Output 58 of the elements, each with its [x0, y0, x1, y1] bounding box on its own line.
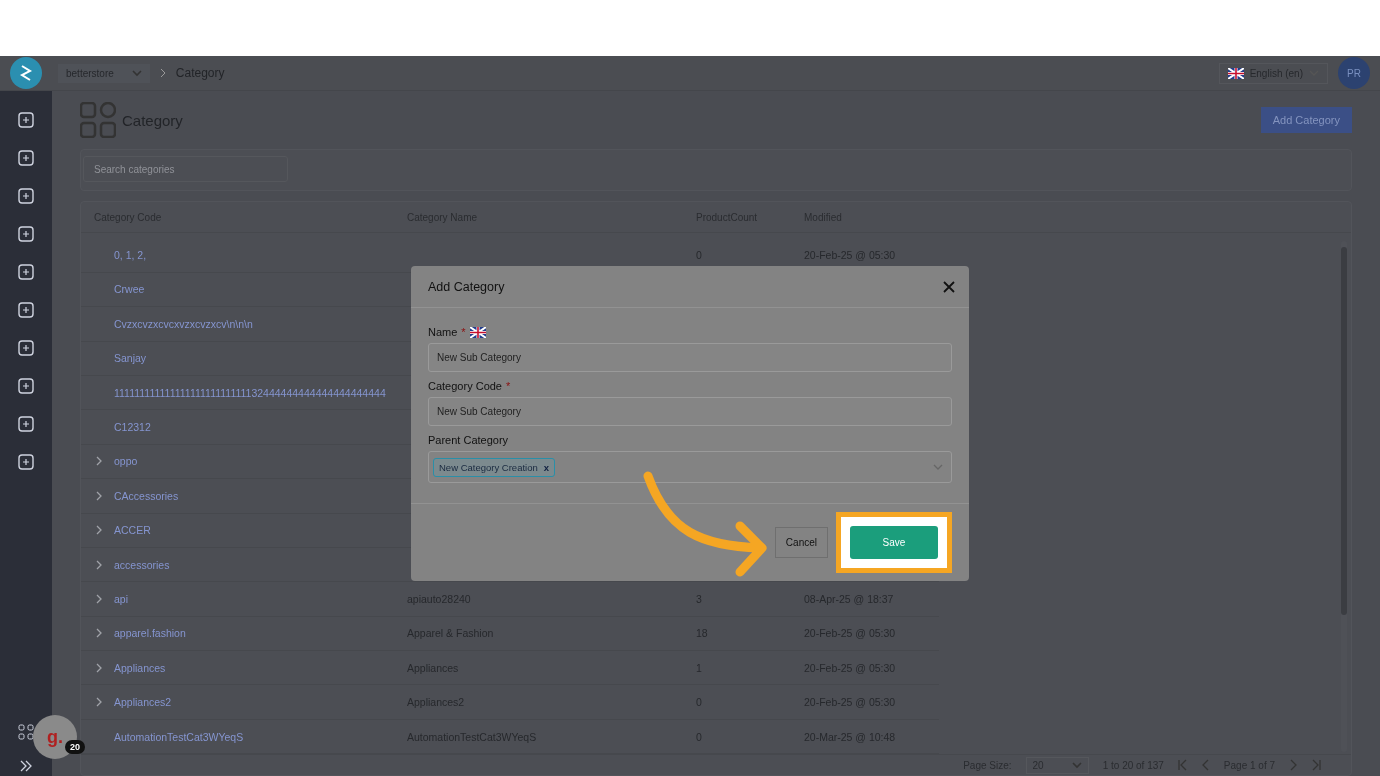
dialog-title: Add Category: [428, 279, 505, 294]
category-code-link[interactable]: C12312: [114, 421, 151, 434]
text-input-field[interactable]: New Sub Category: [428, 343, 952, 372]
field-label: Category Code: [428, 380, 502, 392]
selected-chip: New Category Creation x: [433, 457, 556, 477]
field-label: Parent Category: [428, 434, 509, 446]
sidebar-nav-icon[interactable]: [17, 339, 35, 357]
remove-chip-button[interactable]: x: [543, 461, 550, 473]
expand-row-icon[interactable]: [96, 525, 102, 536]
category-code-link[interactable]: 0, 1, 2,: [114, 249, 147, 262]
field-label: Name: [428, 326, 458, 338]
expand-row-icon[interactable]: [96, 697, 102, 708]
category-code-link[interactable]: ACCER: [114, 524, 151, 537]
expand-row-icon[interactable]: [96, 594, 102, 604]
sidebar-nav-icon[interactable]: [17, 415, 35, 433]
search-field[interactable]: Search categories: [83, 156, 288, 182]
category-code-link[interactable]: apparel.fashion: [114, 627, 186, 640]
sidebar-nav-icon[interactable]: [17, 453, 35, 471]
required-asterisk: *: [506, 380, 511, 392]
logo-icon[interactable]: [10, 57, 42, 89]
chevron-right-icon: [159, 68, 166, 78]
sidebar-nav-icon[interactable]: [17, 301, 35, 319]
user-avatar[interactable]: PR: [1338, 57, 1370, 89]
category-grid-icon: [80, 102, 116, 138]
category-code-link[interactable]: AutomationTestCat3WYeqS: [114, 730, 244, 743]
required-asterisk: *: [461, 326, 466, 338]
category-code-link[interactable]: oppo: [114, 455, 138, 468]
add-category-button[interactable]: Add Category: [1260, 107, 1352, 133]
category-code-link[interactable]: CAccessories: [114, 489, 179, 502]
notification-badge: 20: [65, 740, 85, 754]
sidebar-nav-icon[interactable]: [17, 377, 35, 395]
flag-icon: [469, 326, 486, 338]
expand-row-icon[interactable]: [96, 456, 102, 467]
save-button[interactable]: Save: [850, 526, 938, 559]
category-code-link[interactable]: api: [114, 593, 128, 605]
category-code-link[interactable]: Cvzxcvzxcvcxvzxcvzxcv\n\n\n: [114, 317, 253, 330]
expand-row-icon[interactable]: [96, 662, 102, 673]
cancel-button[interactable]: Cancel: [774, 527, 828, 558]
expand-icon[interactable]: [19, 760, 33, 772]
expand-row-icon[interactable]: [96, 559, 102, 570]
text-input-field[interactable]: New Sub Category: [428, 397, 952, 426]
parent-category-select[interactable]: New Category Creation x: [428, 451, 952, 483]
category-code-link[interactable]: Crwee: [114, 283, 145, 296]
close-icon[interactable]: [943, 280, 955, 293]
category-code-link[interactable]: accessories: [114, 558, 170, 571]
expand-row-icon[interactable]: [96, 628, 102, 639]
category-code-link[interactable]: Sanjay: [114, 352, 147, 365]
category-code-link[interactable]: Appliances: [114, 661, 166, 674]
sidebar-nav-icon[interactable]: [17, 111, 35, 129]
expand-row-icon[interactable]: [96, 490, 102, 501]
category-code-link[interactable]: Appliances2: [114, 696, 172, 709]
sidebar-nav-icon[interactable]: [17, 149, 35, 167]
flag-icon: [1227, 67, 1244, 79]
apps-grid-icon[interactable]: [18, 724, 34, 740]
sidebar-nav-icon[interactable]: [17, 225, 35, 243]
category-code-link[interactable]: 11111111111111111111111111132444444444444444444444: [114, 386, 386, 399]
sidebar-nav-icon[interactable]: [17, 187, 35, 205]
sidebar-nav-icon[interactable]: [17, 263, 35, 281]
